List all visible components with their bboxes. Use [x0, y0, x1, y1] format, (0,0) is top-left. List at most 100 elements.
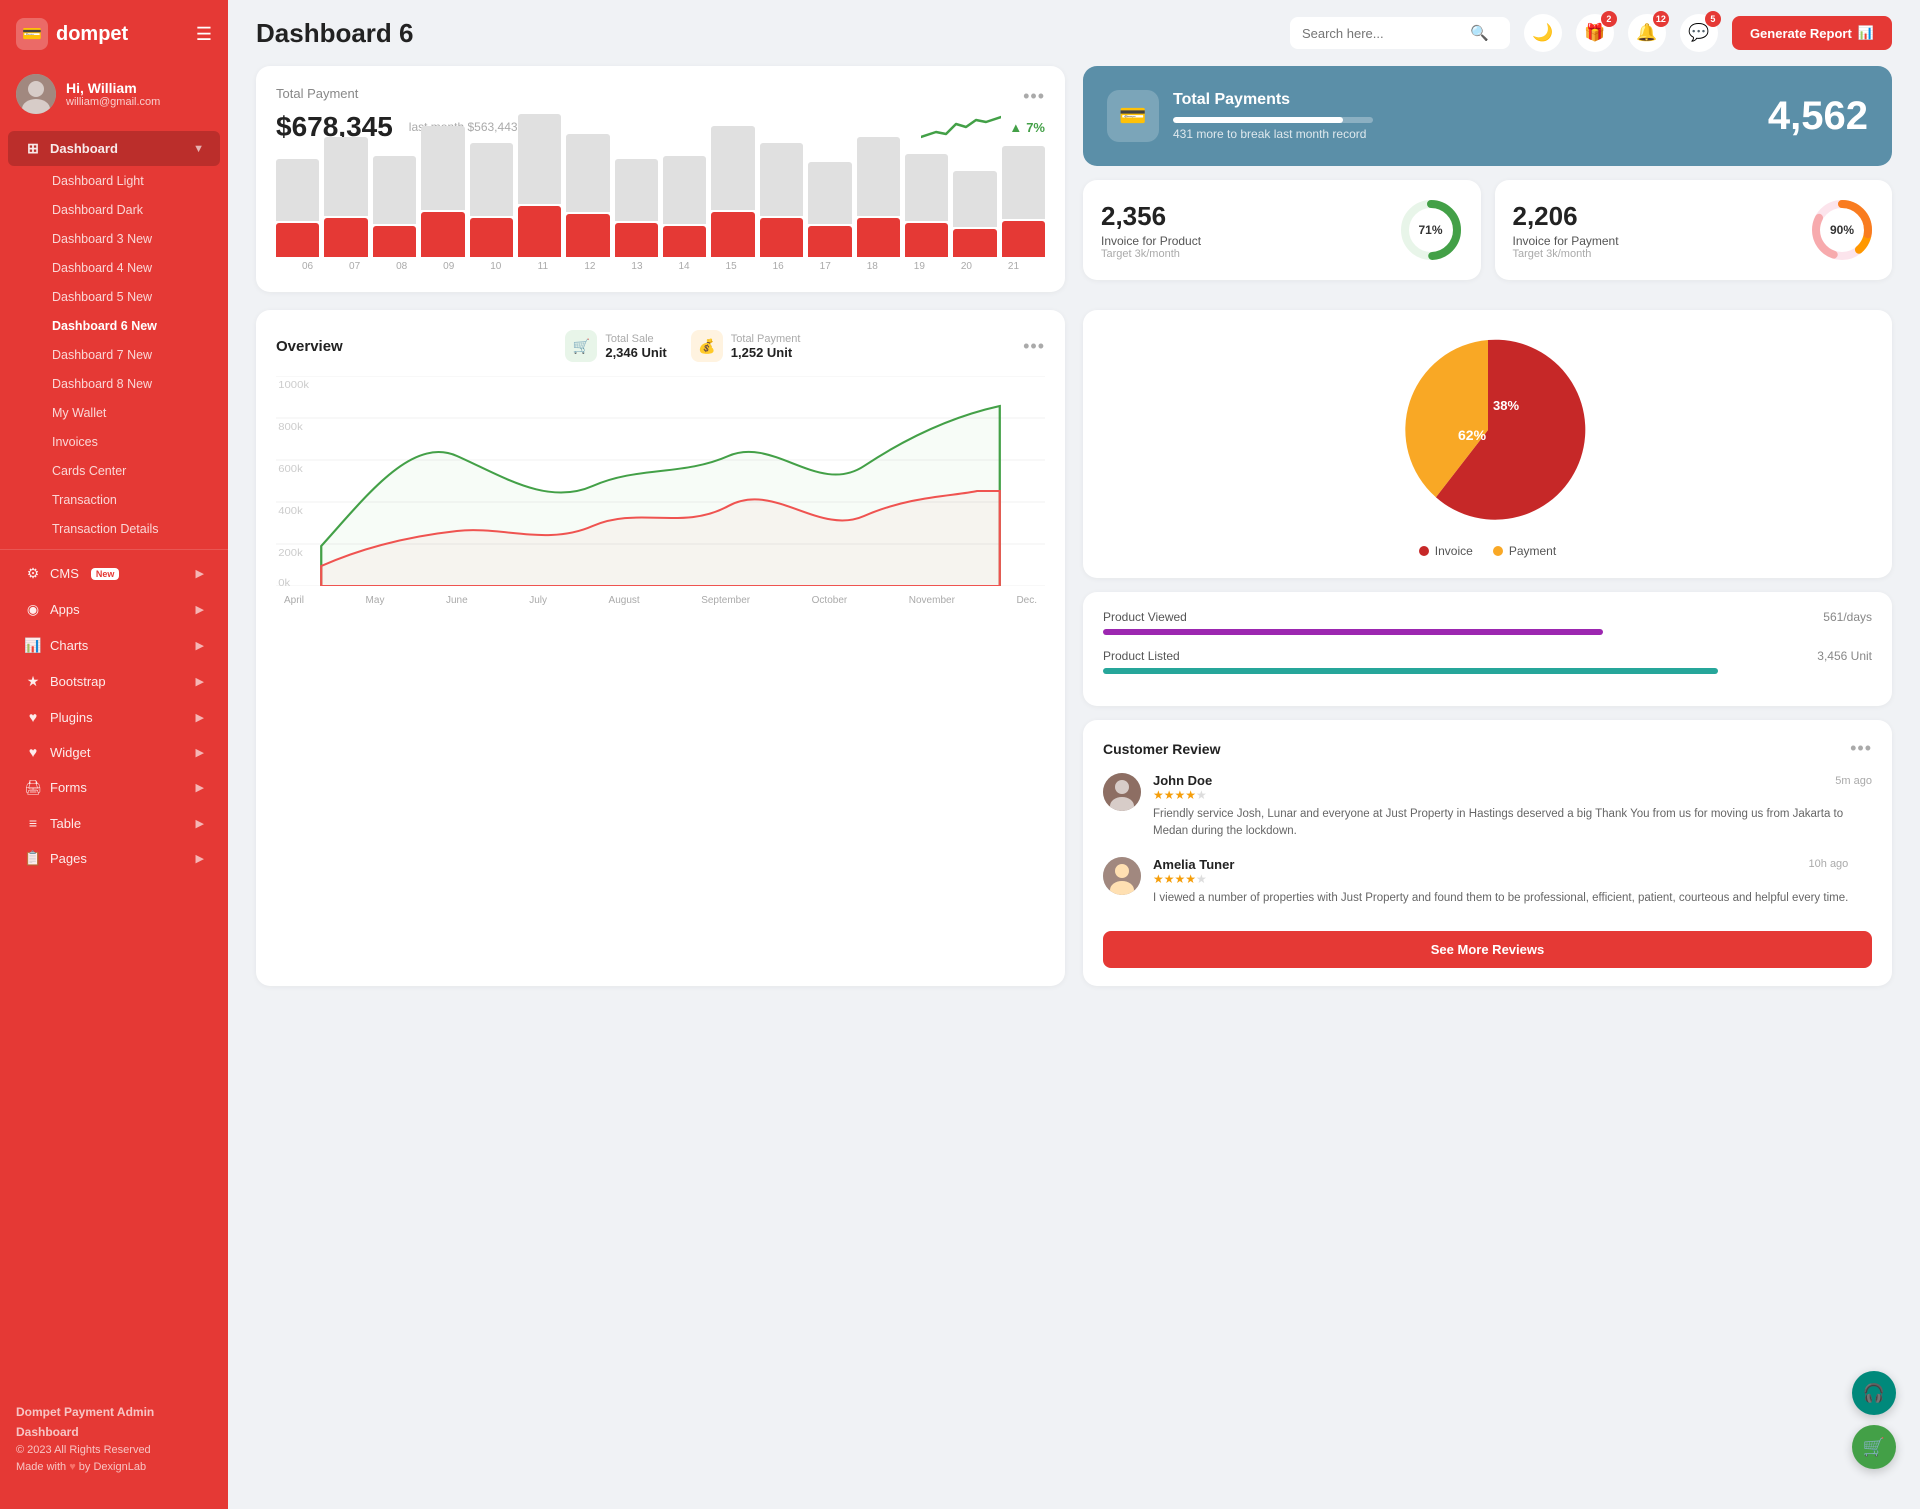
pie-chart-svg: 62% 38% — [1388, 330, 1588, 530]
theme-toggle-button[interactable]: 🌙 — [1524, 14, 1562, 52]
product-stats-card: Product Viewed 561/days Product Listed 3… — [1083, 592, 1892, 706]
gray-bar-17 — [808, 162, 851, 224]
pie-legend: Invoice Payment — [1419, 544, 1556, 558]
sidebar-item-widget[interactable]: ♥ Widget ▶ — [8, 735, 220, 769]
sidebar-item-apps[interactable]: ◉ Apps ▶ — [8, 592, 220, 627]
plugins-icon: ♥ — [24, 709, 42, 725]
invoice-product-number: 2,356 — [1101, 201, 1201, 232]
sidebar-item-dashboard-5[interactable]: Dashboard 5 New — [8, 283, 220, 311]
gray-bar-12 — [566, 134, 609, 213]
review-menu[interactable]: ••• — [1850, 738, 1872, 759]
bar-group-09 — [421, 126, 464, 257]
sidebar-item-my-wallet[interactable]: My Wallet — [8, 399, 220, 427]
bar-group-11 — [518, 114, 561, 257]
widget-icon: ♥ — [24, 744, 42, 760]
bar-group-06 — [276, 159, 319, 257]
badge-new-d5: New — [127, 290, 152, 304]
svg-text:0k: 0k — [278, 578, 291, 586]
badge-new-d3: New — [127, 232, 152, 246]
review-text-2: I viewed a number of properties with Jus… — [1153, 890, 1848, 907]
bar-group-14 — [663, 156, 706, 257]
message-icon: 💬 — [1688, 23, 1709, 43]
search-box: 🔍 — [1290, 17, 1510, 49]
review-time-1: 5m ago — [1835, 775, 1872, 787]
pie-chart-card: 62% 38% Invoice Payment — [1083, 310, 1892, 578]
invoice-product-label: Invoice for Product — [1101, 234, 1201, 248]
gift-notification-button[interactable]: 🎁 2 — [1576, 14, 1614, 52]
sidebar-nav: ⊞ Dashboard ▼ Dashboard Light Dashboard … — [0, 130, 228, 1387]
sidebar-item-transaction-details[interactable]: Transaction Details — [8, 515, 220, 543]
sidebar: 💳 dompet ☰ Hi, William william@gmail.com… — [0, 0, 228, 1509]
bar-group-21 — [1002, 146, 1045, 257]
bar-label-19: 19 — [896, 261, 943, 272]
blue-total-payments-card: 💳 Total Payments 431 more to break last … — [1083, 66, 1892, 166]
svg-text:400k: 400k — [278, 506, 303, 517]
sidebar-item-dashboard[interactable]: ⊞ Dashboard ▼ — [8, 131, 220, 166]
total-payment-title: Total Payment — [276, 86, 358, 101]
red-bar-17 — [808, 226, 851, 258]
bell-icon: 🔔 — [1636, 23, 1657, 43]
hamburger-button[interactable]: ☰ — [196, 24, 212, 45]
bar-label-14: 14 — [661, 261, 708, 272]
bell-badge: 12 — [1653, 11, 1669, 27]
bar-group-20 — [953, 171, 996, 257]
total-payment-menu[interactable]: ••• — [1023, 86, 1045, 107]
bell-notification-button[interactable]: 🔔 12 — [1628, 14, 1666, 52]
sidebar-item-dashboard-3[interactable]: Dashboard 3 New — [8, 225, 220, 253]
sidebar-item-dashboard-6[interactable]: Dashboard 6 New — [8, 312, 220, 340]
gift-badge: 2 — [1601, 11, 1617, 27]
bar-label-12: 12 — [566, 261, 613, 272]
float-support-button[interactable]: 🎧 — [1852, 1371, 1896, 1415]
sidebar-item-cards-center[interactable]: Cards Center — [8, 457, 220, 485]
sidebar-item-pages[interactable]: 📋 Pages ▶ — [8, 841, 220, 876]
bar-group-13 — [615, 159, 658, 257]
footer-copy: © 2023 All Rights Reserved — [16, 1442, 212, 1460]
sidebar-item-dashboard-light[interactable]: Dashboard Light — [8, 167, 220, 195]
forms-icon: 🖨 — [24, 779, 42, 796]
invoice-product-donut: 71% — [1399, 198, 1463, 262]
sidebar-item-table[interactable]: ≡ Table ▶ — [8, 806, 220, 840]
sidebar-item-forms[interactable]: 🖨 Forms ▶ — [8, 770, 220, 805]
footer-made: Made with ♥ by DexignLab — [16, 1459, 212, 1477]
sidebar-item-dashboard-dark[interactable]: Dashboard Dark — [8, 196, 220, 224]
float-cart-button[interactable]: 🛒 — [1852, 1425, 1896, 1469]
total-payment-legend-value: 1,252 Unit — [731, 345, 801, 360]
reviewer-avatar-2 — [1103, 857, 1141, 895]
sidebar-item-charts[interactable]: 📊 Charts ▶ — [8, 628, 220, 663]
sidebar-item-dashboard-7[interactable]: Dashboard 7 New — [8, 341, 220, 369]
sidebar-item-cms[interactable]: ⚙ CMS New ▶ — [8, 556, 220, 591]
sidebar-footer: Dompet Payment Admin Dashboard © 2023 Al… — [0, 1387, 228, 1493]
sidebar-item-plugins[interactable]: ♥ Plugins ▶ — [8, 700, 220, 734]
sidebar-item-transaction[interactable]: Transaction — [8, 486, 220, 514]
generate-report-button[interactable]: Generate Report 📊 — [1732, 16, 1892, 50]
bar-label-07: 07 — [331, 261, 378, 272]
badge-new-d7: New — [127, 348, 152, 362]
gray-bar-08 — [373, 156, 416, 224]
sidebar-item-dashboard-8[interactable]: Dashboard 8 New — [8, 370, 220, 398]
sidebar-item-dashboard-4[interactable]: Dashboard 4 New — [8, 254, 220, 282]
reviewer-name-1: John Doe — [1153, 773, 1212, 788]
floating-buttons: 🎧 🛒 — [1852, 1371, 1896, 1469]
red-bar-18 — [857, 218, 900, 257]
user-info: Hi, William william@gmail.com — [66, 80, 160, 108]
sidebar-item-bootstrap[interactable]: ★ Bootstrap ▶ — [8, 664, 220, 699]
total-sale-value: 2,346 Unit — [605, 345, 666, 360]
bar-group-12 — [566, 134, 609, 258]
stat-cards-row: 2,356 Invoice for Product Target 3k/mont… — [1083, 180, 1892, 280]
search-input[interactable] — [1302, 26, 1462, 41]
message-notification-button[interactable]: 💬 5 — [1680, 14, 1718, 52]
invoice-legend-label: Invoice — [1435, 544, 1473, 558]
product-viewed-label: Product Viewed — [1103, 610, 1187, 624]
user-greeting: Hi, William — [66, 80, 160, 96]
overview-menu[interactable]: ••• — [1023, 336, 1045, 357]
red-bar-19 — [905, 223, 948, 257]
see-more-reviews-button[interactable]: See More Reviews — [1103, 931, 1872, 968]
badge-new-d6: New — [131, 319, 157, 333]
invoice-product-card: 2,356 Invoice for Product Target 3k/mont… — [1083, 180, 1481, 280]
sidebar-item-invoices[interactable]: Invoices — [8, 428, 220, 456]
blue-progress-bar — [1173, 117, 1373, 123]
product-listed-row: Product Listed 3,456 Unit — [1103, 649, 1872, 674]
sidebar-logo: 💳 dompet — [16, 18, 128, 50]
invoice-payment-card: 2,206 Invoice for Payment Target 3k/mont… — [1495, 180, 1893, 280]
bar-label-17: 17 — [802, 261, 849, 272]
